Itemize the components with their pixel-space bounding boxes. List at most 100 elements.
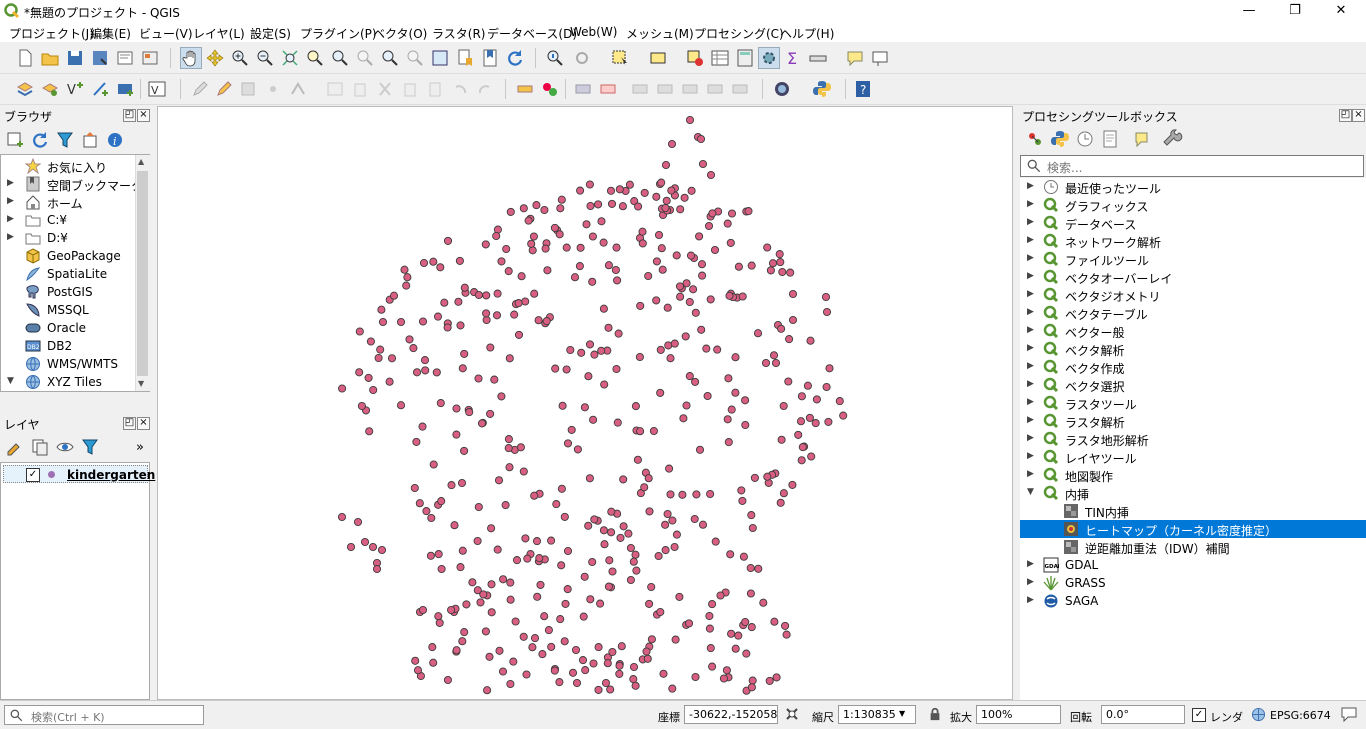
kindergarten-point[interactable] — [682, 401, 691, 410]
kindergarten-point[interactable] — [685, 115, 695, 125]
kindergarten-point[interactable] — [479, 590, 488, 599]
kindergarten-point[interactable] — [806, 336, 815, 345]
kindergarten-point[interactable] — [405, 335, 414, 344]
kindergarten-point[interactable] — [661, 546, 670, 555]
kindergarten-point[interactable] — [541, 244, 550, 253]
kindergarten-point[interactable] — [608, 567, 617, 576]
kindergarten-point[interactable] — [747, 511, 756, 520]
kindergarten-point[interactable] — [487, 580, 496, 589]
zoom-out-icon[interactable] — [255, 48, 275, 68]
kindergarten-point[interactable] — [495, 646, 504, 655]
kindergarten-point[interactable] — [600, 380, 609, 389]
kindergarten-point[interactable] — [731, 353, 740, 362]
kindergarten-point[interactable] — [555, 678, 564, 687]
kindergarten-point[interactable] — [781, 621, 790, 630]
kindergarten-point[interactable] — [679, 414, 688, 423]
kindergarten-point[interactable] — [727, 405, 736, 414]
show-hide-labels-icon[interactable] — [705, 79, 725, 99]
browser-item-home[interactable]: ▶ ホーム — [1, 193, 137, 211]
kindergarten-point[interactable] — [536, 580, 545, 589]
more-tools-button[interactable]: » — [136, 440, 144, 455]
kindergarten-point[interactable] — [685, 372, 694, 381]
kindergarten-point[interactable] — [747, 261, 756, 270]
kindergarten-point[interactable] — [497, 392, 506, 401]
kindergarten-point[interactable] — [589, 415, 598, 424]
kindergarten-point[interactable] — [447, 481, 456, 490]
kindergarten-point[interactable] — [695, 445, 705, 454]
data-source-manager-icon[interactable] — [15, 79, 35, 99]
kindergarten-point[interactable] — [726, 238, 735, 247]
kindergarten-point[interactable] — [486, 409, 495, 418]
kindergarten-point[interactable] — [768, 259, 778, 268]
kindergarten-point[interactable] — [528, 643, 537, 652]
kindergarten-point[interactable] — [797, 392, 806, 401]
close-button[interactable]: ✕ — [1318, 0, 1364, 22]
menu-layer[interactable]: レイヤ(L) — [193, 25, 245, 42]
kindergarten-point[interactable] — [643, 654, 652, 663]
kindergarten-point[interactable] — [632, 566, 641, 575]
kindergarten-point[interactable] — [695, 232, 704, 241]
delete-selected-icon[interactable] — [350, 79, 370, 99]
layer-labeling-icon[interactable] — [540, 79, 560, 99]
kindergarten-point[interactable] — [577, 348, 586, 357]
kindergarten-point[interactable] — [410, 483, 419, 493]
expand-arrow-icon[interactable]: ▶ — [7, 214, 14, 224]
kindergarten-point[interactable] — [483, 686, 492, 695]
browser-item-drive-d[interactable]: ▶ D:¥ — [1, 229, 137, 247]
kindergarten-point[interactable] — [784, 377, 793, 386]
locator-search-input[interactable]: 検索(Ctrl + K) — [4, 705, 204, 725]
processing-toolbox-icon[interactable] — [758, 47, 780, 69]
toggle-editing-icon[interactable] — [214, 79, 234, 99]
menu-processing[interactable]: プロセシング(C) — [694, 25, 784, 42]
kindergarten-point[interactable] — [704, 221, 714, 231]
add-layer-icon[interactable] — [40, 79, 60, 99]
layer-visibility-checkbox[interactable]: ✓ — [26, 468, 40, 482]
kindergarten-point[interactable] — [586, 595, 595, 604]
kindergarten-point[interactable] — [368, 542, 378, 552]
expand-arrow-icon[interactable]: ▶ — [1027, 253, 1034, 263]
browser-item-oracle[interactable]: Oracle — [1, 319, 137, 337]
kindergarten-point[interactable] — [429, 460, 438, 469]
kindergarten-point[interactable] — [607, 528, 616, 537]
kindergarten-point[interactable] — [517, 272, 526, 281]
kindergarten-point[interactable] — [788, 480, 797, 489]
kindergarten-point[interactable] — [579, 612, 588, 621]
kindergarten-point[interactable] — [487, 608, 496, 617]
kindergarten-point[interactable] — [346, 542, 356, 552]
kindergarten-point[interactable] — [458, 637, 467, 646]
toolbox-close-icon[interactable]: × — [1352, 109, 1365, 122]
magnifier-spinbox[interactable]: 100% — [976, 705, 1061, 724]
kindergarten-point[interactable] — [353, 517, 363, 527]
kindergarten-point[interactable] — [506, 578, 515, 587]
toolbox-group-item[interactable]: ▶ ラスタツール — [1020, 394, 1366, 412]
kindergarten-point[interactable] — [576, 243, 585, 252]
kindergarten-point[interactable] — [668, 516, 677, 525]
kindergarten-point[interactable] — [794, 430, 803, 439]
rotation-spinbox[interactable]: 0.0° — [1101, 705, 1185, 724]
kindergarten-point[interactable] — [558, 401, 567, 410]
kindergarten-point[interactable] — [671, 635, 680, 644]
kindergarten-point[interactable] — [746, 563, 755, 573]
kindergarten-point[interactable] — [644, 474, 653, 483]
kindergarten-point[interactable] — [811, 419, 820, 428]
kindergarten-point[interactable] — [509, 657, 518, 666]
kindergarten-point[interactable] — [504, 444, 513, 453]
browser-float-icon[interactable]: ◰ — [123, 109, 136, 122]
menu-settings[interactable]: 設定(S) — [250, 25, 291, 42]
menu-web[interactable]: Web(W) — [570, 25, 617, 39]
kindergarten-point[interactable] — [364, 373, 373, 382]
kindergarten-point[interactable] — [691, 308, 700, 317]
toolbox-group-item[interactable]: ▶ 最近使ったツール — [1020, 178, 1366, 196]
kindergarten-point[interactable] — [580, 572, 589, 581]
kindergarten-point[interactable] — [581, 666, 590, 675]
toolbox-group-item[interactable]: ▶ レイヤツール — [1020, 448, 1366, 466]
kindergarten-point[interactable] — [597, 346, 606, 355]
toolbox-group-item[interactable]: ▶ ベクタ解析 — [1020, 340, 1366, 358]
select-features-icon[interactable] — [610, 48, 630, 68]
browser-item-mssql[interactable]: MSSQL — [1, 301, 137, 319]
kindergarten-point[interactable] — [450, 521, 459, 530]
toolbox-group-item[interactable]: ▶ グラフィックス — [1020, 196, 1366, 214]
kindergarten-point[interactable] — [687, 186, 696, 195]
map-tips-icon[interactable] — [845, 48, 865, 68]
kindergarten-point[interactable] — [421, 366, 430, 375]
